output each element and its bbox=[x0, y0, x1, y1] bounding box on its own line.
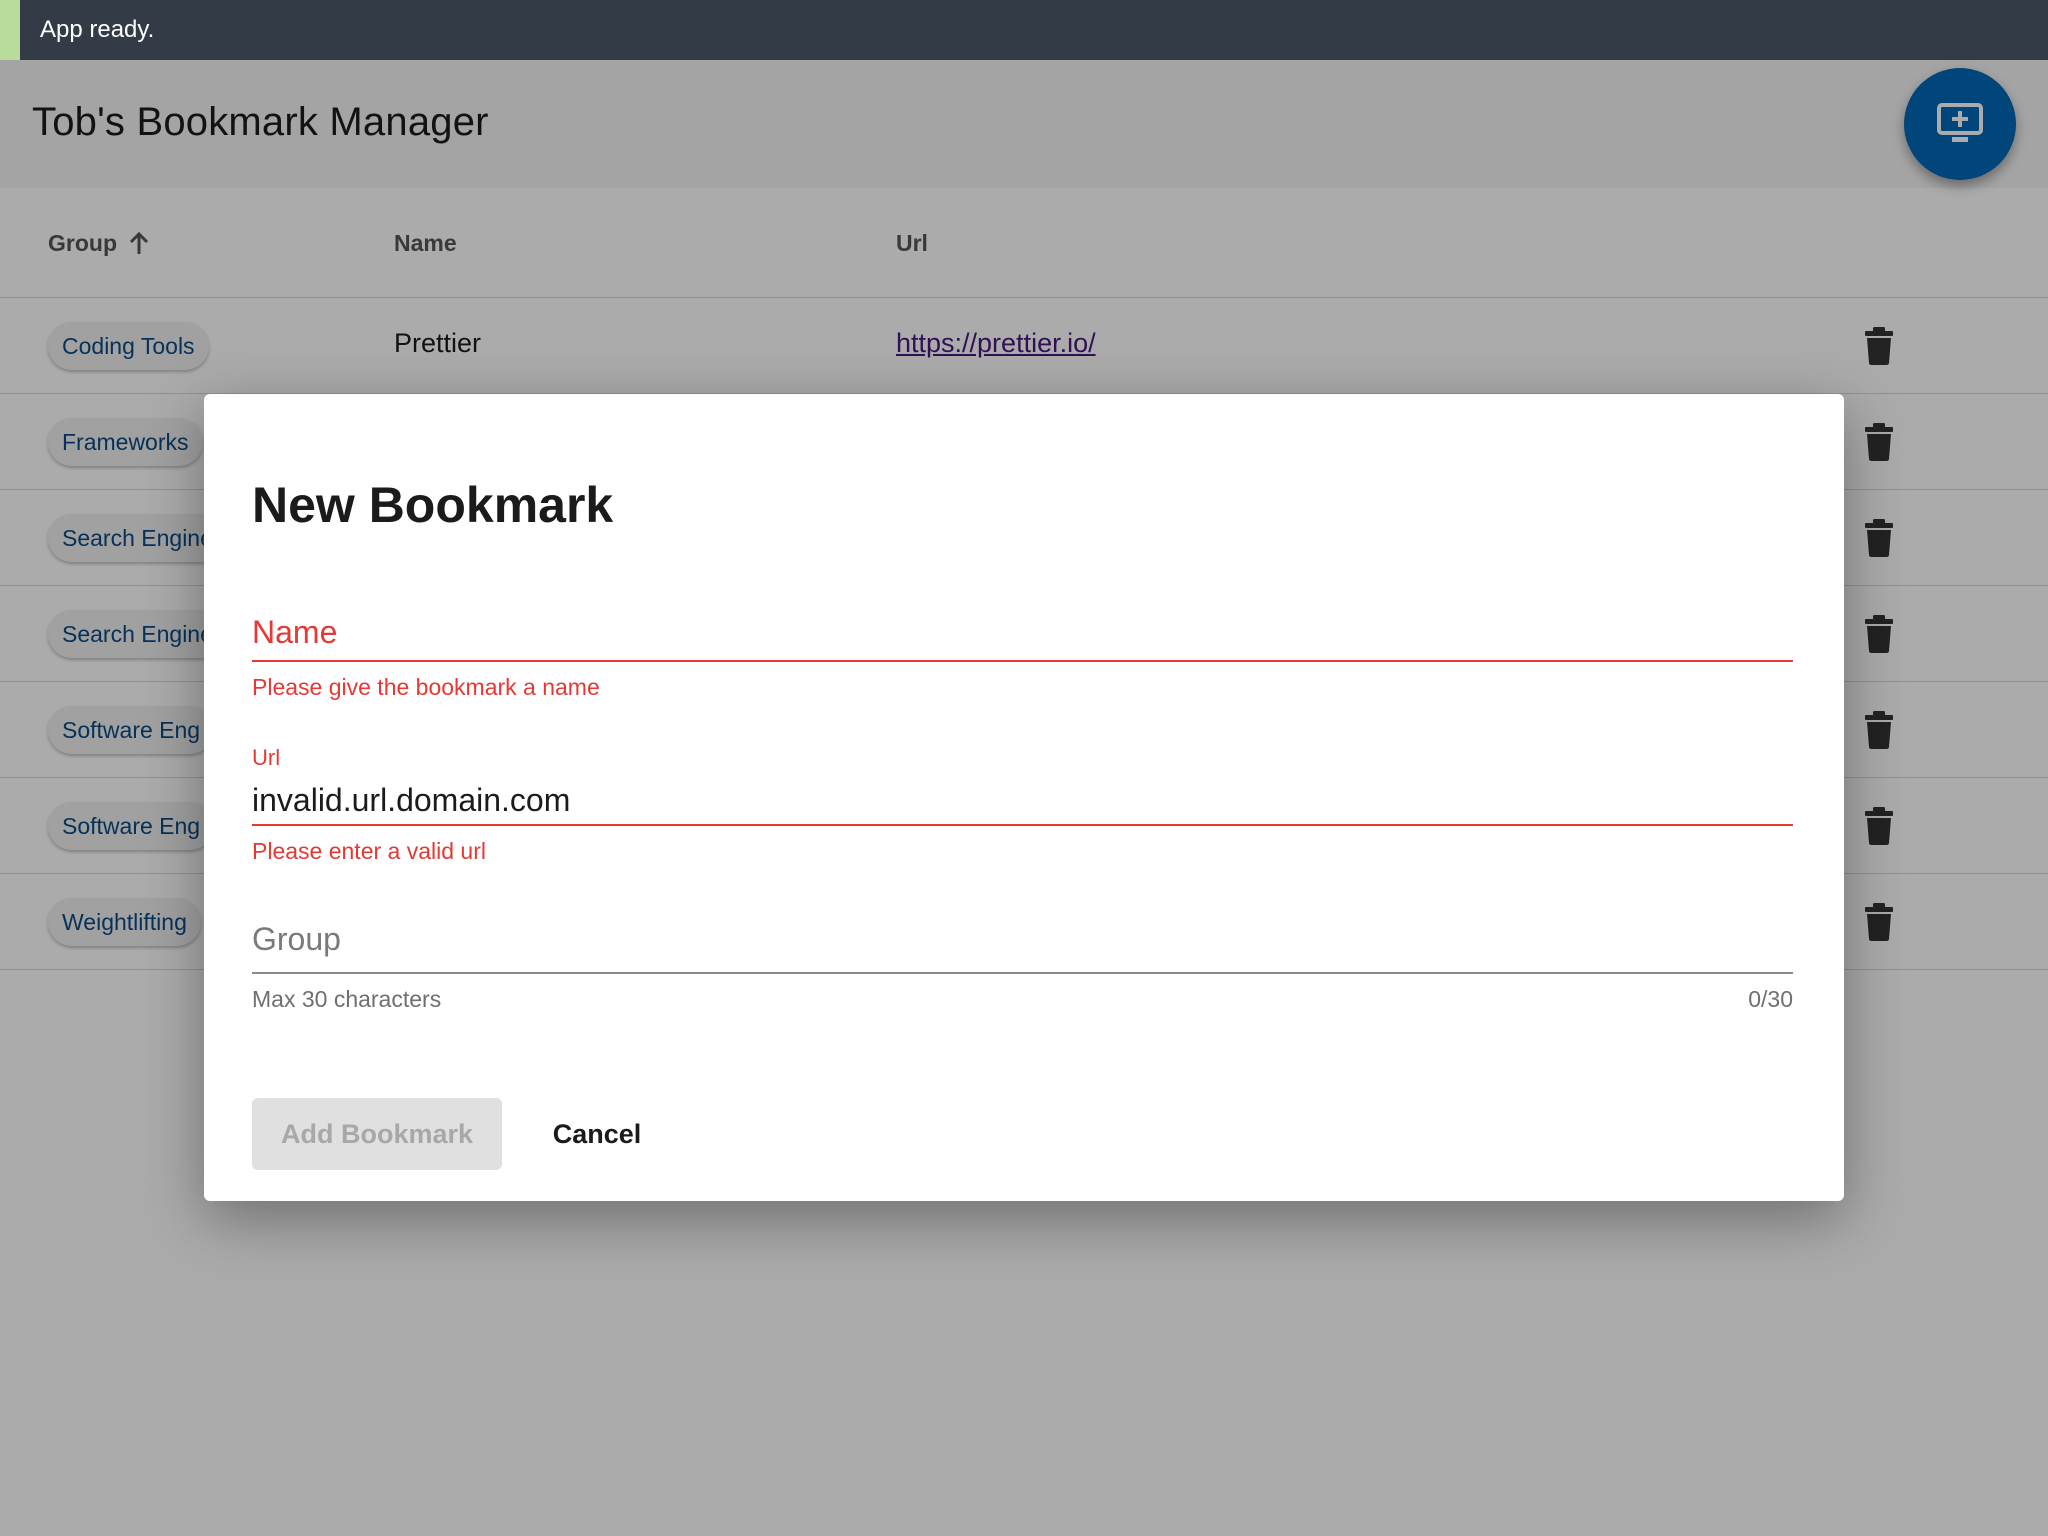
status-text: App ready. bbox=[40, 16, 155, 43]
status-bar: App ready. bbox=[0, 0, 2048, 60]
cancel-button[interactable]: Cancel bbox=[532, 1098, 662, 1170]
status-indicator bbox=[0, 0, 20, 60]
group-field: Max 30 characters 0/30 bbox=[252, 906, 1793, 1013]
url-input[interactable] bbox=[252, 776, 1793, 826]
group-char-counter: 0/30 bbox=[1748, 986, 1793, 1012]
dialog-title: New Bookmark bbox=[252, 477, 614, 533]
name-input[interactable] bbox=[252, 604, 1793, 662]
group-hint-row: Max 30 characters 0/30 bbox=[252, 986, 1793, 1013]
group-hint: Max 30 characters bbox=[252, 986, 442, 1012]
new-bookmark-dialog: New Bookmark Please give the bookmark a … bbox=[204, 394, 1844, 1201]
url-error: Please enter a valid url bbox=[252, 838, 486, 864]
name-error: Please give the bookmark a name bbox=[252, 674, 600, 700]
name-field: Please give the bookmark a name bbox=[252, 604, 1793, 701]
group-input[interactable] bbox=[252, 906, 1793, 974]
add-bookmark-button[interactable]: Add Bookmark bbox=[252, 1098, 502, 1170]
url-field: Url Please enter a valid url bbox=[252, 740, 1793, 865]
url-label: Url bbox=[252, 745, 281, 770]
